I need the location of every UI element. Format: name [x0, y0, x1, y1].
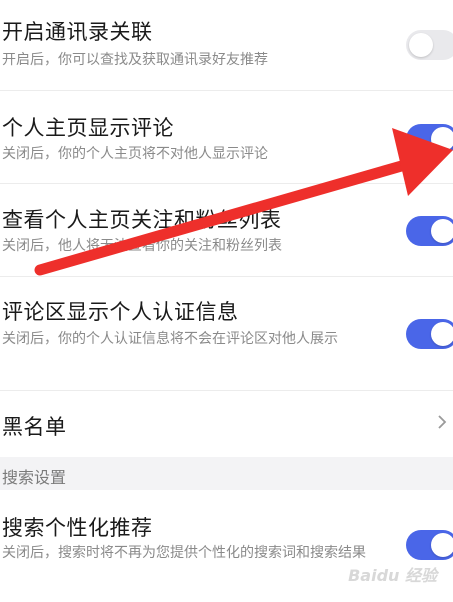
search-settings-header: 搜索设置	[0, 457, 453, 490]
setting-description: 关闭后，搜索时将不再为您提供个性化的搜索词和搜索结果	[2, 545, 366, 561]
follow-list-toggle[interactable]	[406, 216, 453, 246]
setting-follow-list: 查看个人主页关注和粉丝列表 关闭后，他人将无法查看你的关注和粉丝列表	[0, 184, 453, 276]
setting-description: 关闭后，你的个人认证信息将不会在评论区对他人展示	[2, 331, 338, 347]
setting-title: 评论区显示个人认证信息	[2, 300, 239, 324]
setting-verification-info: 评论区显示个人认证信息 关闭后，你的个人认证信息将不会在评论区对他人展示	[0, 277, 453, 390]
setting-description: 关闭后，他人将无法查看你的关注和粉丝列表	[2, 238, 282, 254]
setting-description: 开启后，你可以查找及获取通讯录好友推荐	[2, 52, 268, 68]
chevron-right-icon	[438, 415, 447, 429]
setting-profile-comments: 个人主页显示评论 关闭后，你的个人主页将不对他人显示评论	[0, 91, 453, 183]
verification-info-toggle[interactable]	[406, 319, 453, 349]
baidu-watermark: Baidu 经验	[348, 566, 437, 585]
section-header-label: 搜索设置	[2, 468, 67, 487]
toggle-knob	[431, 322, 453, 346]
blacklist-item[interactable]: 黑名单	[0, 391, 453, 457]
setting-title: 查看个人主页关注和粉丝列表	[2, 208, 282, 232]
setting-title: 搜索个性化推荐	[2, 516, 153, 540]
setting-title: 个人主页显示评论	[2, 116, 174, 140]
search-personalization-toggle[interactable]	[406, 530, 453, 560]
setting-contacts-link: 开启通讯录关联 开启后，你可以查找及获取通讯录好友推荐	[0, 0, 453, 90]
toggle-knob	[431, 533, 453, 557]
contacts-link-toggle[interactable]	[406, 30, 453, 60]
profile-comments-toggle[interactable]	[406, 124, 453, 154]
toggle-knob	[431, 219, 453, 243]
toggle-knob	[409, 33, 433, 57]
blacklist-title: 黑名单	[2, 415, 67, 439]
setting-title: 开启通讯录关联	[2, 20, 153, 44]
toggle-knob	[431, 127, 453, 151]
setting-description: 关闭后，你的个人主页将不对他人显示评论	[2, 146, 268, 162]
